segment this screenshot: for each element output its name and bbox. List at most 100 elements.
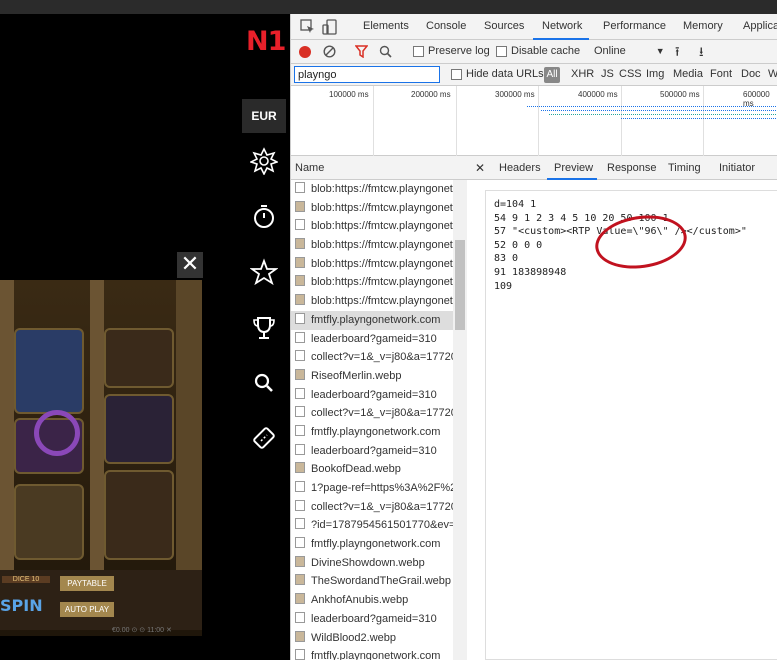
request-row[interactable]: leaderboard?gameid=310	[291, 442, 453, 461]
trophy-icon[interactable]	[250, 314, 278, 342]
request-row[interactable]: blob:https://fmtcw.playngonet	[291, 217, 453, 236]
tab-elements[interactable]: Elements	[363, 20, 409, 32]
hide-data-urls-checkbox[interactable]: Hide data URLs	[451, 68, 544, 80]
request-row[interactable]: fmtfly.playngonetwork.com	[291, 310, 453, 330]
tab-memory[interactable]: Memory	[683, 20, 723, 32]
inspect-element-icon[interactable]	[299, 18, 317, 36]
filter-doc[interactable]: Doc	[741, 68, 761, 80]
device-toolbar-icon[interactable]	[321, 18, 339, 36]
tab-initiator[interactable]: Initiator	[719, 162, 755, 174]
spin-button[interactable]: SPIN	[0, 596, 43, 615]
game-frame[interactable]: DICE 10 SPIN PAYTABLE AUTO PLAY	[0, 280, 202, 636]
tab-application[interactable]: Applica	[743, 20, 777, 32]
name-column-header[interactable]: Name	[291, 156, 467, 180]
request-name: blob:https://fmtcw.playngonet	[311, 239, 453, 252]
request-name: AnkhofAnubis.webp	[311, 594, 409, 607]
cog-star-icon[interactable]	[248, 147, 280, 176]
disable-cache-checkbox[interactable]: Disable cache	[496, 45, 580, 57]
ticket-icon[interactable]	[250, 424, 278, 452]
network-overview[interactable]: 100000 ms 200000 ms 300000 ms 400000 ms …	[291, 86, 777, 156]
bet-label: DICE 10	[2, 576, 50, 583]
image-file-icon	[295, 630, 305, 642]
document-file-icon	[295, 537, 305, 549]
request-name: leaderboard?gameid=310	[311, 332, 437, 345]
filter-xhr[interactable]: XHR	[571, 68, 594, 80]
request-row[interactable]: leaderboard?gameid=310	[291, 330, 453, 349]
request-row[interactable]: leaderboard?gameid=310	[291, 386, 453, 405]
close-game-button[interactable]: ✕	[177, 252, 203, 278]
clear-icon[interactable]	[323, 45, 336, 58]
request-row[interactable]: collect?v=1&_v=j80&a=17720	[291, 498, 453, 517]
site-logo[interactable]: N1	[246, 26, 286, 57]
timeline-tick: 200000 ms	[411, 90, 451, 99]
stopwatch-icon[interactable]	[250, 202, 278, 230]
filter-icon[interactable]	[354, 45, 369, 59]
filter-css[interactable]: CSS	[619, 68, 642, 80]
request-row[interactable]: collect?v=1&_v=j80&a=17720	[291, 404, 453, 423]
detail-tab-bar: ✕ Headers Preview Response Timing Initia…	[467, 156, 777, 180]
filter-img[interactable]: Img	[646, 68, 664, 80]
request-row[interactable]: fmtfly.playngonetwork.com	[291, 535, 453, 554]
request-row[interactable]: blob:https://fmtcw.playngonet	[291, 180, 453, 199]
request-list-scroll-thumb[interactable]	[455, 240, 465, 330]
tab-preview[interactable]: Preview	[554, 162, 593, 174]
document-file-icon	[295, 611, 305, 623]
request-name: blob:https://fmtcw.playngonet	[311, 276, 453, 289]
export-har-icon[interactable]: ⭳	[699, 43, 704, 65]
search-network-icon[interactable]	[379, 45, 392, 58]
search-icon[interactable]	[250, 369, 278, 397]
autoplay-button[interactable]: AUTO PLAY	[60, 602, 114, 617]
tab-response[interactable]: Response	[607, 162, 657, 174]
request-name: leaderboard?gameid=310	[311, 444, 437, 457]
preview-line: d=104 1	[494, 199, 537, 210]
request-row[interactable]: collect?v=1&_v=j80&a=17720	[291, 348, 453, 367]
image-file-icon	[295, 294, 305, 306]
request-row[interactable]: blob:https://fmtcw.playngonet	[291, 255, 453, 274]
request-row[interactable]: blob:https://fmtcw.playngonet	[291, 292, 453, 311]
tab-console[interactable]: Console	[426, 20, 466, 32]
record-icon[interactable]	[299, 46, 311, 58]
request-row[interactable]: AnkhofAnubis.webp	[291, 591, 453, 610]
import-har-icon[interactable]: ⭱	[675, 43, 680, 65]
request-row[interactable]: 1?page-ref=https%3A%2F%2F	[291, 479, 453, 498]
window-top-bar	[0, 0, 777, 14]
tab-sources[interactable]: Sources	[484, 20, 524, 32]
request-name: DivineShowdown.webp	[311, 556, 425, 569]
filter-ws[interactable]: W	[768, 68, 777, 80]
filter-all-button[interactable]: All	[544, 67, 560, 83]
request-row[interactable]: blob:https://fmtcw.playngonet	[291, 273, 453, 292]
request-row[interactable]: BookofDead.webp	[291, 460, 453, 479]
filter-media[interactable]: Media	[673, 68, 703, 80]
request-row[interactable]: leaderboard?gameid=310	[291, 610, 453, 629]
close-detail-icon[interactable]: ✕	[475, 161, 485, 175]
filter-font[interactable]: Font	[710, 68, 732, 80]
filter-input[interactable]	[294, 66, 440, 83]
request-row[interactable]: ?id=1787954561501770&ev=	[291, 516, 453, 535]
preserve-log-checkbox[interactable]: Preserve log	[413, 45, 490, 57]
preview-line: 109	[494, 280, 513, 292]
currency-button[interactable]: EUR	[242, 99, 286, 133]
request-row[interactable]: RiseofMerlin.webp	[291, 367, 453, 386]
request-row[interactable]: DivineShowdown.webp	[291, 554, 453, 573]
tab-timing[interactable]: Timing	[668, 162, 701, 174]
filter-js[interactable]: JS	[601, 68, 614, 80]
request-row[interactable]: fmtfly.playngonetwork.com	[291, 647, 453, 660]
image-file-icon	[295, 593, 305, 605]
image-file-icon	[295, 200, 305, 212]
request-row[interactable]: blob:https://fmtcw.playngonet	[291, 236, 453, 255]
throttle-value: Online	[594, 45, 626, 57]
request-row[interactable]: fmtfly.playngonetwork.com	[291, 423, 453, 442]
request-row[interactable]: WildBlood2.webp	[291, 629, 453, 648]
request-row[interactable]: blob:https://fmtcw.playngonet	[291, 199, 453, 218]
tab-headers[interactable]: Headers	[499, 162, 541, 174]
request-name: collect?v=1&_v=j80&a=17720	[311, 407, 453, 420]
image-file-icon	[295, 275, 305, 287]
star-icon[interactable]	[249, 258, 279, 286]
paytable-button[interactable]: PAYTABLE	[60, 576, 114, 591]
tab-network[interactable]: Network	[542, 20, 582, 32]
throttle-select[interactable]: Online ▼	[594, 45, 665, 57]
request-row[interactable]: TheSwordandTheGrail.webp	[291, 572, 453, 591]
tab-performance[interactable]: Performance	[603, 20, 666, 32]
request-name: collect?v=1&_v=j80&a=17720	[311, 500, 453, 513]
image-file-icon	[295, 368, 305, 380]
